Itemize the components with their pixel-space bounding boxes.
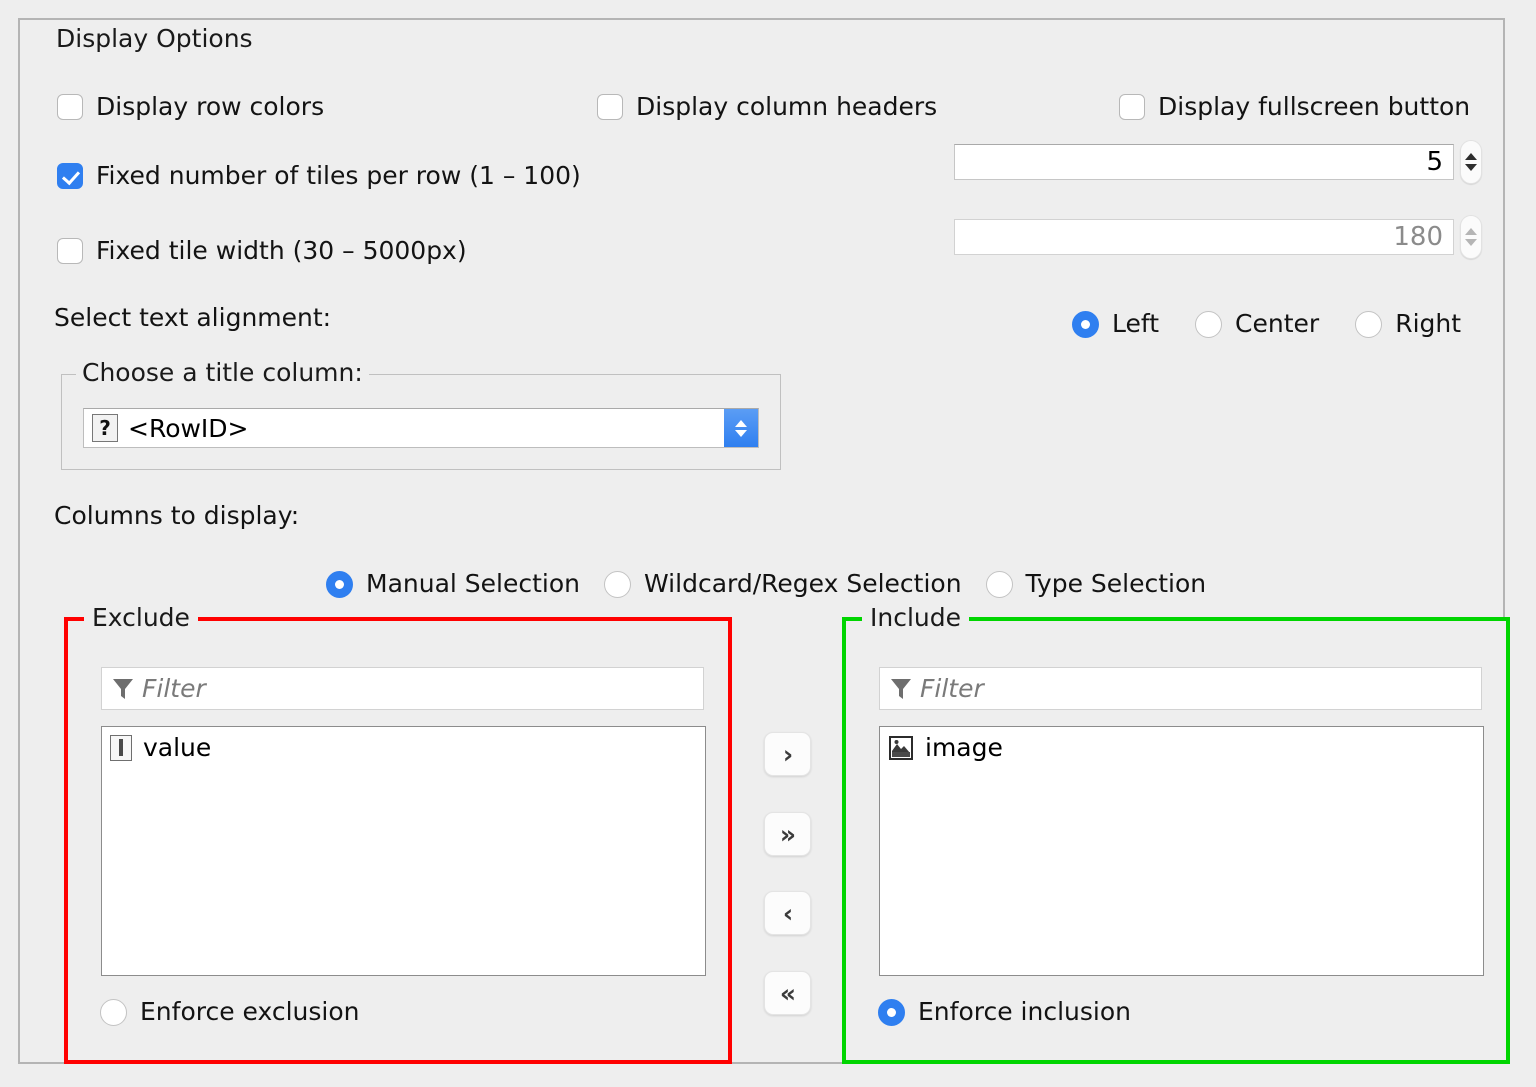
move-left-button[interactable]: ‹ [764,891,811,935]
move-all-left-button[interactable]: « [764,971,811,1015]
include-panel: Include Filter image Enforce inclusion [842,603,1510,1064]
title-column-value: <RowID> [128,413,249,443]
chevron-up-icon[interactable] [1465,228,1477,235]
checkbox-label-column-headers: Display column headers [636,92,938,121]
radio-enforce-exclusion[interactable]: Enforce exclusion [100,998,359,1026]
checkbox-label-fullscreen-button: Display fullscreen button [1158,92,1471,121]
title-column-group: Choose a title column: ? <RowID> [61,359,781,470]
radio-label-manual-selection: Manual Selection [366,569,581,598]
radio-button-type-selection[interactable] [985,570,1013,598]
chevron-up-icon [735,419,747,427]
spinner-tiles-per-row[interactable] [954,140,1482,184]
image-type-icon [889,735,913,760]
radio-type-selection[interactable]: Type Selection [985,569,1207,598]
radio-label-left: Left [1112,309,1160,338]
chevron-up-icon[interactable] [1465,153,1477,160]
radio-button-manual-selection[interactable] [326,570,353,598]
include-filter-placeholder: Filter [920,674,984,703]
checkbox-box-fixed-tiles-per-row[interactable] [57,163,83,189]
radio-button-left[interactable] [1072,310,1099,338]
checkbox-display-fullscreen-button[interactable]: Display fullscreen button [1119,93,1470,121]
radio-button-center[interactable] [1195,310,1223,338]
spinner-input-tiles-per-row[interactable] [954,144,1454,180]
checkbox-fixed-tile-width[interactable]: Fixed tile width (30 – 5000px) [57,237,467,265]
checkbox-display-row-colors[interactable]: Display row colors [57,93,324,121]
radio-enforce-inclusion[interactable]: Enforce inclusion [878,998,1131,1026]
radio-alignment-right[interactable]: Right [1355,310,1461,338]
chevron-down-icon[interactable] [1465,239,1477,246]
radio-label-enforce-exclusion: Enforce exclusion [140,997,360,1026]
checkbox-label-fixed-tiles-per-row: Fixed number of tiles per row (1 – 100) [96,161,581,190]
combobox-arrow-button[interactable] [724,409,758,447]
chevron-down-icon [735,429,747,437]
radio-manual-selection[interactable]: Manual Selection [326,570,580,598]
list-item[interactable]: image [880,727,1483,762]
spinner-tile-width[interactable] [954,215,1482,259]
radio-button-enforce-exclusion[interactable] [100,998,127,1026]
spinner-input-tile-width[interactable] [954,219,1454,255]
exclude-panel-legend: Exclude [84,603,198,633]
list-item[interactable]: value [102,727,705,762]
text-alignment-label: Select text alignment: [54,303,332,332]
checkbox-fixed-tiles-per-row[interactable]: Fixed number of tiles per row (1 – 100) [57,162,581,190]
question-mark-icon: ? [92,414,118,442]
filter-funnel-icon [113,678,133,699]
display-options-title: Display Options [50,26,259,52]
move-all-right-button[interactable]: » [764,812,811,856]
radio-label-type-selection: Type Selection [1025,569,1207,598]
checkbox-box-fixed-tile-width[interactable] [57,238,83,264]
selection-mode-radio-group: Manual Selection Wildcard/Regex Selectio… [326,570,1206,598]
columns-to-display-label: Columns to display: [54,501,300,530]
list-item-label: image [925,733,1003,762]
radio-label-right: Right [1395,309,1462,338]
list-item-label: value [143,733,212,762]
spinner-buttons-tiles-per-row[interactable] [1460,140,1482,184]
include-panel-legend: Include [862,603,970,633]
spinner-buttons-tile-width[interactable] [1460,215,1482,259]
radio-wildcard-regex-selection[interactable]: Wildcard/Regex Selection [604,570,962,598]
exclude-listbox[interactable]: value [101,726,706,976]
display-options-group: Display Options Display row colors Displ… [18,18,1510,1064]
checkbox-box-column-headers[interactable] [597,94,623,120]
text-alignment-radio-group: Left Center Right [1072,310,1461,338]
radio-alignment-left[interactable]: Left [1072,310,1159,338]
filter-funnel-icon [891,678,911,699]
radio-alignment-center[interactable]: Center [1195,310,1319,338]
radio-button-right[interactable] [1355,310,1383,338]
radio-label-enforce-inclusion: Enforce inclusion [918,997,1131,1026]
chevron-down-icon[interactable] [1465,164,1477,171]
checkbox-label-fixed-tile-width: Fixed tile width (30 – 5000px) [96,236,467,265]
title-column-combobox[interactable]: ? <RowID> [83,408,759,448]
radio-label-center: Center [1235,309,1320,338]
move-right-button[interactable]: › [764,732,811,776]
exclude-panel: Exclude Filter value Enforce exclusion [64,603,732,1064]
radio-label-wildcard-regex-selection: Wildcard/Regex Selection [644,569,962,598]
radio-button-enforce-inclusion[interactable] [878,998,905,1026]
include-listbox[interactable]: image [879,726,1484,976]
exclude-filter-placeholder: Filter [142,674,206,703]
include-filter-field[interactable]: Filter [879,667,1482,710]
checkbox-box-fullscreen-button[interactable] [1119,94,1145,120]
checkbox-box-row-colors[interactable] [57,94,83,120]
title-column-legend: Choose a title column: [76,359,369,387]
string-type-icon [110,734,132,761]
radio-button-wildcard-regex-selection[interactable] [604,570,632,598]
exclude-filter-field[interactable]: Filter [101,667,704,710]
checkbox-display-column-headers[interactable]: Display column headers [597,93,937,121]
checkbox-label-row-colors: Display row colors [96,92,325,121]
